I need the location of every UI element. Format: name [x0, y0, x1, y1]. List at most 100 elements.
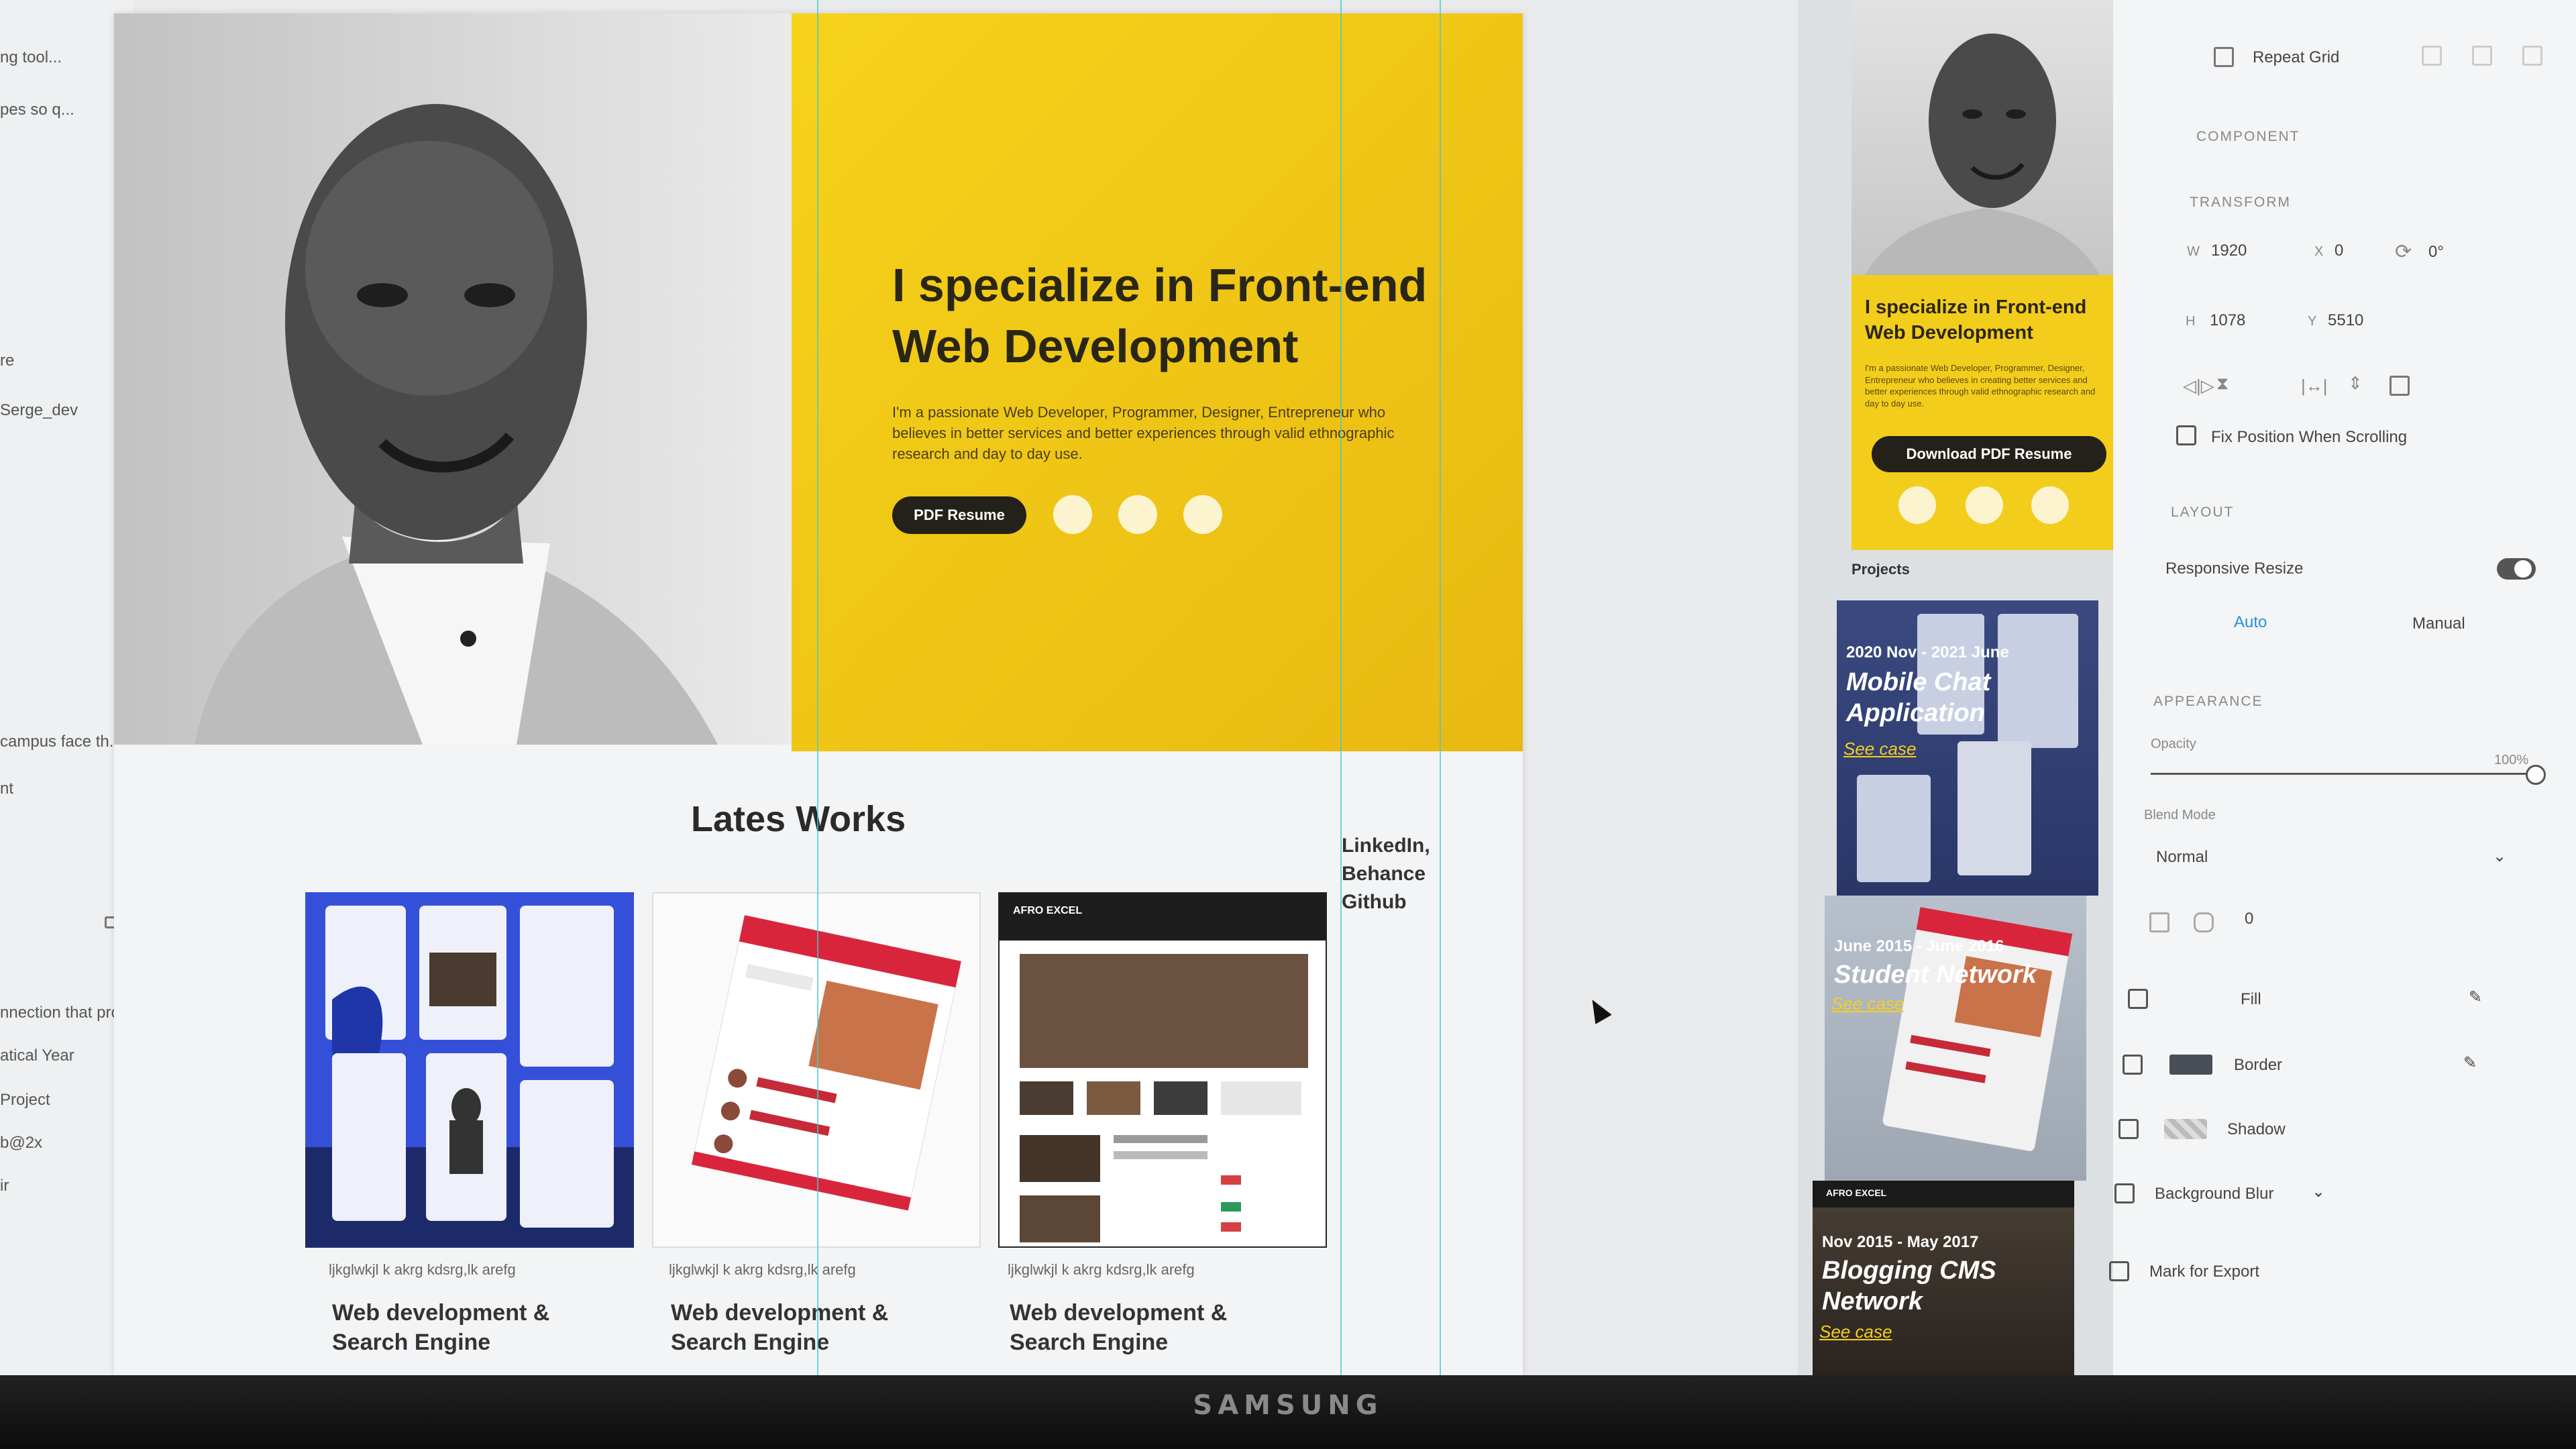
boolean-intersect-icon[interactable]: [2522, 46, 2542, 66]
see-case-link[interactable]: See case: [1831, 994, 1904, 1014]
see-case-link[interactable]: See case: [1819, 1322, 1892, 1342]
layer-item[interactable]: nnection that pro...: [0, 1004, 133, 1022]
works-section-title: Lates Works: [691, 799, 906, 839]
social-circle-icon[interactable]: [1053, 495, 1092, 534]
social-circle-icon[interactable]: [1183, 495, 1222, 534]
work-card-thumbnail[interactable]: [305, 892, 634, 1248]
work-card-subtitle: ljkglwkjl k akrg kdsrg,lk arefg: [1008, 1261, 1195, 1278]
responsive-resize-toggle[interactable]: [2497, 558, 2536, 580]
fix-position-checkbox[interactable]: [2176, 425, 2196, 445]
projects-label: Projects: [1851, 561, 1910, 578]
component-section-label: COMPONENT: [2196, 129, 2300, 144]
work-card-title[interactable]: Web development & Search Engine: [332, 1298, 614, 1357]
corner-radius-input[interactable]: 0: [2245, 910, 2253, 928]
x-input[interactable]: 0: [2334, 241, 2343, 260]
social-circle-icon[interactable]: [1118, 495, 1157, 534]
desktop-artboard[interactable]: I specialize in Front-end Web Developmen…: [114, 13, 1523, 1375]
resize-auto-option[interactable]: Auto: [2234, 613, 2267, 632]
layer-item[interactable]: Project: [0, 1091, 50, 1110]
mobile-hero-headline: I specialize in Front-end Web Developmen…: [1865, 297, 2087, 343]
layout-guide-line: [1340, 0, 1342, 1375]
project-date: Nov 2015 - May 2017: [1822, 1233, 1979, 1251]
repeat-grid-icon[interactable]: [2214, 47, 2234, 67]
eyedropper-icon[interactable]: ✎: [2469, 987, 2482, 1007]
project-card[interactable]: 2020 Nov - 2021 June Mobile Chat Applica…: [1837, 600, 2098, 896]
see-case-link[interactable]: See case: [1843, 739, 1916, 759]
resize-manual-option[interactable]: Manual: [2412, 614, 2465, 633]
project-card[interactable]: June 2015 - June 2016 Student Network Se…: [1825, 896, 2086, 1181]
portrait-illustration: [195, 104, 718, 745]
opacity-value[interactable]: 100%: [2494, 753, 2528, 768]
opacity-slider-knob[interactable]: [2526, 765, 2546, 785]
eyedropper-icon[interactable]: ✎: [2463, 1053, 2477, 1073]
height-input[interactable]: 1078: [2210, 311, 2245, 330]
layer-item[interactable]: re: [0, 352, 14, 370]
download-pdf-resume-button[interactable]: Download PDF Resume: [1872, 436, 2106, 472]
mark-for-export-checkbox[interactable]: [2109, 1261, 2129, 1281]
width-label: W: [2187, 244, 2200, 259]
monitor-brand-logo: SAMSUNG: [1193, 1390, 1383, 1421]
work-card-thumbnail[interactable]: [652, 892, 981, 1248]
mouse-cursor-icon: [1584, 995, 1612, 1024]
project-site-header: AFRO EXCEL: [1813, 1181, 2074, 1208]
layer-item[interactable]: atical Year: [0, 1046, 74, 1065]
mobile-portrait-photo: [1851, 0, 2113, 275]
work-card-title[interactable]: Web development & Search Engine: [1010, 1298, 1291, 1357]
project-date: 2020 Nov - 2021 June: [1846, 643, 2009, 661]
layout-guide-line: [1440, 0, 1441, 1375]
fill-checkbox[interactable]: [2128, 989, 2148, 1009]
chevron-down-icon[interactable]: ⌄: [2493, 847, 2506, 866]
chevron-down-icon[interactable]: ⌄: [2312, 1182, 2325, 1201]
social-circle-icon[interactable]: [2031, 486, 2069, 524]
height-label: H: [2186, 314, 2196, 329]
corner-radius-per-corner-icon[interactable]: [2194, 912, 2214, 932]
y-input[interactable]: 5510: [2328, 311, 2363, 330]
layer-item[interactable]: pes so q...: [0, 101, 74, 119]
layer-item[interactable]: b@2x: [0, 1134, 42, 1152]
boolean-subtract-icon[interactable]: [2472, 46, 2492, 66]
layer-item[interactable]: campus face th...: [0, 733, 123, 751]
opacity-slider-track[interactable]: [2151, 773, 2526, 775]
flip-horizontal-icon[interactable]: ◁|▷: [2183, 376, 2214, 396]
distribute-horizontal-icon[interactable]: |↔|: [2301, 376, 2328, 396]
distribute-vertical-icon[interactable]: ⇕: [2348, 373, 2363, 394]
project-card[interactable]: AFRO EXCEL Nov 2015 - May 2017 Blogging …: [1813, 1181, 2074, 1375]
work-card-thumbnail[interactable]: AFRO EXCEL: [998, 892, 1327, 1248]
mark-for-export-label: Mark for Export: [2149, 1263, 2260, 1281]
layer-item[interactable]: ng tool...: [0, 48, 62, 67]
project-date: June 2015 - June 2016: [1834, 937, 2004, 955]
project-title: Student Network: [1834, 961, 2037, 989]
flip-vertical-icon[interactable]: ⧗: [2216, 373, 2229, 394]
rotation-icon: ⟳: [2395, 241, 2412, 263]
link-linkedin[interactable]: LinkedIn,: [1342, 832, 1430, 860]
x-label: X: [2314, 244, 2324, 259]
shadow-color-swatch[interactable]: [2164, 1119, 2207, 1139]
border-color-swatch[interactable]: [2169, 1055, 2212, 1075]
boolean-add-icon[interactable]: [2422, 46, 2442, 66]
work-card-title[interactable]: Web development & Search Engine: [671, 1298, 953, 1357]
rotation-input[interactable]: 0°: [2428, 243, 2444, 262]
project-title: Mobile Chat Application: [1846, 668, 1991, 727]
property-inspector-panel: Repeat Grid COMPONENT TRANSFORM W 1920 X…: [2109, 0, 2576, 1375]
repeat-grid-button[interactable]: Repeat Grid: [2253, 48, 2339, 67]
background-blur-checkbox[interactable]: [2114, 1183, 2135, 1203]
shadow-checkbox[interactable]: [2118, 1119, 2139, 1139]
monitor-screen: ng tool... pes so q... re Serge_dev camp…: [0, 0, 2576, 1375]
link-behance[interactable]: Behance: [1342, 860, 1430, 888]
layer-item[interactable]: ir: [0, 1177, 9, 1195]
social-circle-icon[interactable]: [1966, 486, 2003, 524]
link-github[interactable]: Github: [1342, 888, 1430, 916]
width-input[interactable]: 1920: [2211, 241, 2247, 260]
border-checkbox[interactable]: [2123, 1055, 2143, 1075]
hero-paragraph: I'm a passionate Web Developer, Programm…: [892, 404, 1395, 462]
pdf-resume-button[interactable]: PDF Resume: [892, 496, 1026, 534]
layer-item[interactable]: nt: [0, 780, 13, 798]
blend-mode-label: Blend Mode: [2144, 808, 2216, 822]
blend-mode-dropdown[interactable]: Normal: [2156, 848, 2208, 867]
layer-item[interactable]: Serge_dev: [0, 401, 78, 420]
social-circle-icon[interactable]: [1898, 486, 1936, 524]
mobile-artboard[interactable]: I specialize in Front-end Web Developmen…: [1798, 0, 2113, 1375]
corner-radius-icon[interactable]: [2149, 912, 2169, 932]
fix-position-label: Fix Position When Scrolling: [2211, 428, 2408, 446]
fit-to-content-icon[interactable]: [2390, 376, 2410, 396]
